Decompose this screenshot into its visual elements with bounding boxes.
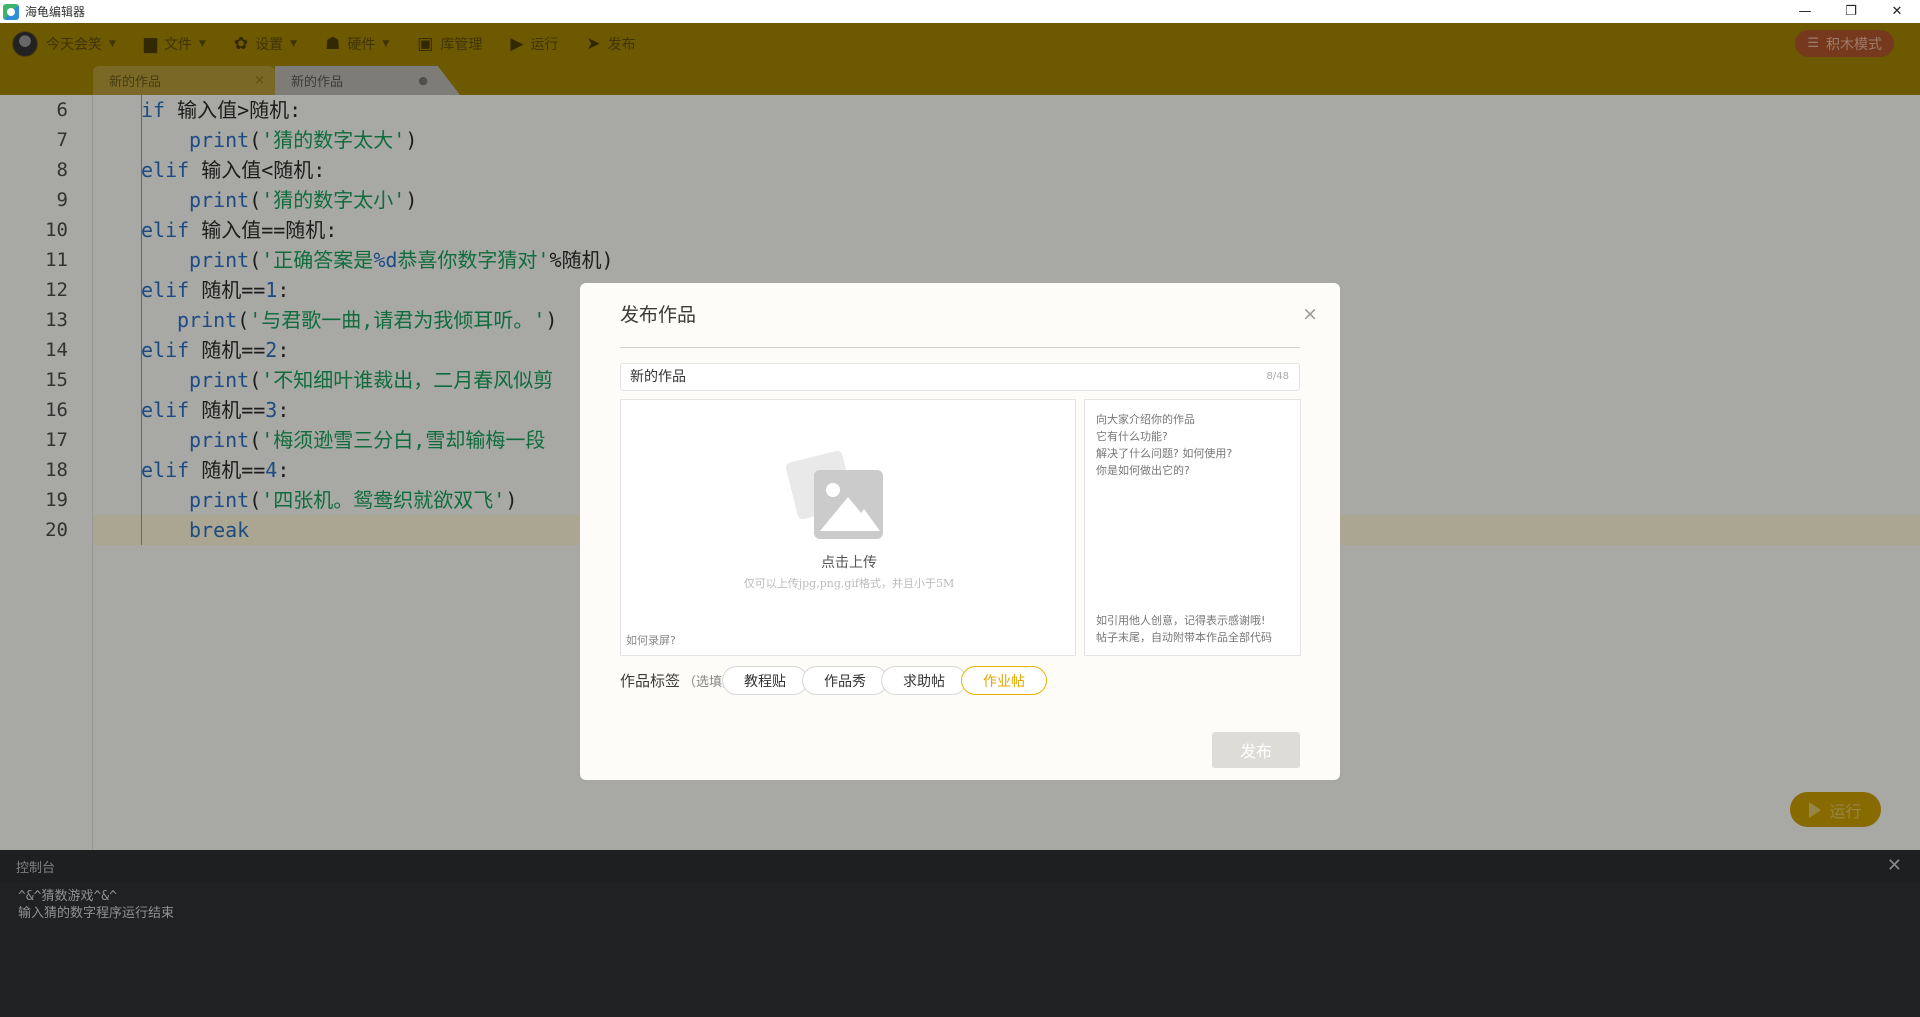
upload-hint: 仅可以上传jpg,png,gif格式，并且小于5M: [743, 577, 955, 590]
tag-homework[interactable]: 作业帖: [961, 666, 1047, 695]
char-count: 8/48: [1266, 371, 1289, 382]
restore-button[interactable]: ❐: [1828, 0, 1874, 23]
app-logo-icon: [3, 3, 19, 20]
how-to-record-link[interactable]: 如何录屏?: [626, 632, 676, 648]
title-bar: 海龟编辑器 — ❐ ✕: [0, 0, 1920, 23]
close-window-button[interactable]: ✕: [1874, 0, 1920, 23]
tag-tutorial[interactable]: 教程贴: [722, 666, 808, 695]
description-placeholder: 向大家介绍你的作品 它有什么功能? 解决了什么问题? 如何使用? 你是如何做出它…: [1096, 413, 1233, 477]
tag-help[interactable]: 求助帖: [881, 666, 967, 695]
publish-button[interactable]: 发布: [1212, 732, 1300, 768]
description-textarea[interactable]: 向大家介绍你的作品 它有什么功能? 解决了什么问题? 如何使用? 你是如何做出它…: [1084, 399, 1301, 656]
tag-label: 作品标签 （选填）: [620, 672, 736, 690]
description-footer-note: 如引用他人创意，记得表示感谢哦! 帖子末尾，自动附带本作品全部代码: [1096, 614, 1272, 644]
minimize-button[interactable]: —: [1782, 0, 1828, 23]
cover-upload-area[interactable]: 点击上传 仅可以上传jpg,png,gif格式，并且小于5M 如何录屏?: [620, 399, 1076, 656]
publish-dialog: 发布作品 × 新的作品 8/48 点击上传 仅可以上传jpg,png,gif格式…: [580, 283, 1340, 780]
dialog-title: 发布作品: [620, 304, 697, 326]
work-name-input[interactable]: 新的作品 8/48: [620, 363, 1300, 391]
close-icon[interactable]: ×: [1302, 303, 1318, 325]
window-controls: — ❐ ✕: [1782, 0, 1920, 23]
divider: [620, 347, 1300, 348]
work-name-value: 新的作品: [630, 369, 686, 385]
window-title: 海龟编辑器: [25, 5, 86, 19]
upload-label: 点击上传: [821, 555, 877, 571]
image-icon: [814, 470, 883, 539]
tag-showcase[interactable]: 作品秀: [802, 666, 888, 695]
